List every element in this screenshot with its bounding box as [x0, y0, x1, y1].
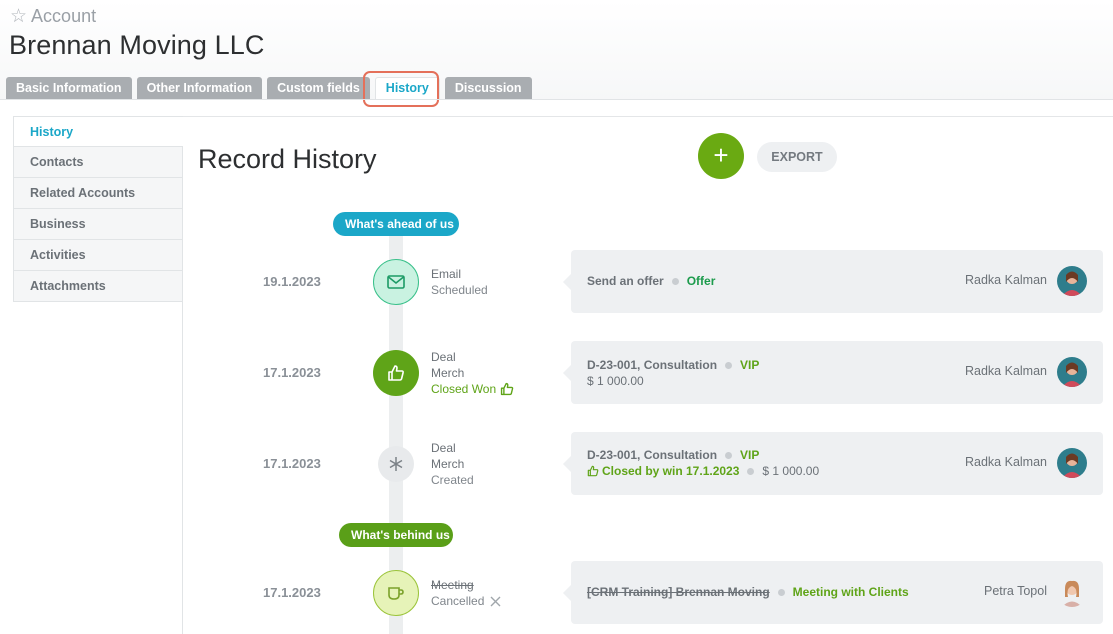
entry-type: Deal	[431, 350, 456, 364]
entry-type: Meeting	[431, 578, 474, 592]
entry-date: 19.1.2023	[263, 274, 321, 289]
record-history-title: Record History	[198, 144, 377, 174]
tab-divider	[0, 99, 1113, 100]
close-icon	[490, 596, 501, 607]
sidebar-item-activities[interactable]: Activities	[13, 240, 183, 271]
thumbs-up-icon	[587, 465, 599, 477]
tab-other-information[interactable]: Other Information	[136, 77, 263, 99]
sidebar-item-contacts[interactable]: Contacts	[13, 147, 183, 178]
separator-dot	[725, 451, 733, 459]
card-amount: $ 1 000.00	[587, 374, 644, 388]
card-person: Petra Topol	[983, 584, 1047, 598]
sidebar-item-history[interactable]: History	[13, 116, 183, 147]
entry-type: Deal	[431, 441, 456, 455]
entry-status: Cancelled	[431, 594, 485, 608]
card-title: D-23-001, Consultation	[587, 448, 718, 462]
entry-date: 17.1.2023	[263, 585, 321, 600]
entry-description: Meeting Cancelled	[431, 577, 501, 609]
entry-subtype: Merch	[431, 457, 465, 471]
add-button[interactable]: +	[698, 133, 744, 179]
entry-status: Scheduled	[431, 283, 488, 297]
behind-label: What's behind us	[339, 523, 453, 547]
entry-type: Email	[431, 267, 462, 281]
card-title: Send an offer	[587, 274, 664, 288]
entry-status: Closed Won	[431, 382, 497, 396]
closed-by-win-text: Closed by win 17.1.2023	[602, 464, 740, 478]
tab-history[interactable]: History	[374, 77, 440, 99]
star-icon[interactable]: ☆	[10, 5, 27, 28]
thumbs-up-icon[interactable]	[373, 350, 419, 396]
separator-dot	[725, 361, 733, 369]
separator-dot	[777, 588, 785, 596]
tab-discussion[interactable]: Discussion	[444, 77, 532, 99]
envelope-icon[interactable]	[373, 259, 419, 305]
history-card[interactable]: D-23-001, Consultation VIP Closed by win…	[563, 432, 1103, 495]
page-title: Brennan Moving LLC	[9, 30, 265, 60]
card-amount: $ 1 000.00	[762, 464, 820, 478]
coffee-cup-icon[interactable]	[373, 570, 419, 616]
history-card[interactable]: [CRM Training] Brennan Moving Meeting wi…	[563, 561, 1103, 624]
card-tag: VIP	[740, 448, 760, 462]
asterisk-icon[interactable]	[378, 446, 414, 482]
avatar	[1057, 357, 1087, 387]
sidebar-divider	[182, 302, 183, 634]
card-tag: Offer	[686, 274, 716, 288]
sidebar-item-related-accounts[interactable]: Related Accounts	[13, 178, 183, 209]
entry-date: 17.1.2023	[263, 456, 321, 471]
separator-dot	[671, 277, 679, 285]
entry-status: Created	[431, 473, 474, 487]
entry-description: Deal Merch Created	[431, 440, 474, 488]
tab-basic-information[interactable]: Basic Information	[6, 77, 132, 99]
tab-custom-fields[interactable]: Custom fields	[267, 77, 370, 99]
entry-subtype: Merch	[431, 366, 465, 380]
card-title: [CRM Training] Brennan Moving	[587, 585, 770, 599]
sidebar-item-business[interactable]: Business	[13, 209, 183, 240]
history-card[interactable]: Send an offer Offer Radka Kalman	[563, 250, 1103, 313]
sidebar: History Contacts Related Accounts Busine…	[13, 116, 183, 302]
separator-dot	[747, 467, 755, 475]
entry-date: 17.1.2023	[263, 365, 321, 380]
closed-by-win: Closed by win 17.1.2023	[587, 464, 739, 478]
card-tag: VIP	[740, 358, 760, 372]
thumbs-up-icon	[500, 382, 514, 396]
avatar	[1057, 448, 1087, 478]
breadcrumb: ☆ Account	[10, 5, 96, 28]
card-person: Radka Kalman	[965, 364, 1047, 378]
tab-bar: Basic Information Other Information Cust…	[6, 77, 537, 100]
ahead-label: What's ahead of us	[333, 212, 459, 236]
card-title: D-23-001, Consultation	[587, 358, 718, 372]
avatar	[1057, 266, 1087, 296]
entry-description: Email Scheduled	[431, 266, 488, 298]
card-person: Radka Kalman	[965, 273, 1047, 287]
sidebar-item-attachments[interactable]: Attachments	[13, 271, 183, 302]
avatar	[1057, 577, 1087, 607]
breadcrumb-label: Account	[31, 6, 97, 26]
entry-description: Deal Merch Closed Won	[431, 349, 514, 397]
export-button[interactable]: EXPORT	[757, 142, 837, 172]
card-tag: Meeting with Clients	[792, 585, 909, 599]
card-person: Radka Kalman	[965, 455, 1047, 469]
history-card[interactable]: D-23-001, Consultation VIP $ 1 000.00 Ra…	[563, 341, 1103, 404]
